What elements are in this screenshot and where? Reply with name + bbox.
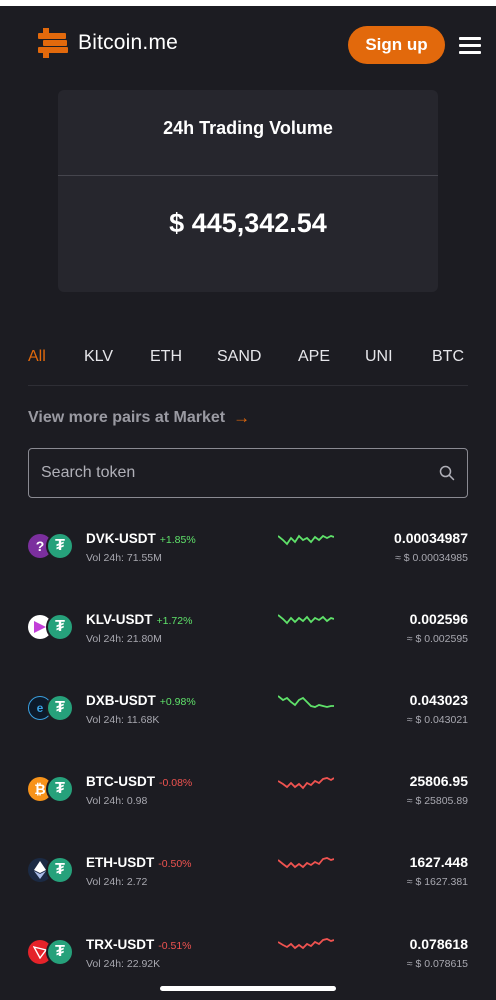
pair-change: -0.08% [159,777,193,789]
pair-row-dxb[interactable]: e ₮ DXB-USDT +0.98% Vol 24h: 11.68K 0.043… [28,690,468,740]
volume-divider [58,175,438,176]
search-icon[interactable] [439,465,455,481]
bitcoin-me-logo-icon [38,28,68,58]
pair-row-eth[interactable]: ₮ ETH-USDT -0.50% Vol 24h: 2.72 1627.448 … [28,852,468,902]
pair-name: BTC-USDT -0.08% [86,774,193,789]
sparkline-chart [278,938,334,950]
pair-volume: Vol 24h: 0.98 [86,795,148,807]
sparkline-chart [278,534,334,546]
dvk-coin-icon: ? ₮ [28,532,76,562]
pair-price: 0.043023 [409,692,468,708]
pair-price: 25806.95 [409,773,468,789]
sparkline-chart [278,857,334,869]
pair-usd-price: ≈ $ 25805.89 [406,795,468,807]
pair-row-trx[interactable]: ₮ TRX-USDT -0.51% Vol 24h: 22.92K 0.07861… [28,934,468,984]
eth-coin-icon: ₮ [28,856,76,886]
pair-price: 0.078618 [409,936,468,952]
pair-volume: Vol 24h: 2.72 [86,876,148,888]
pair-volume: Vol 24h: 71.55M [86,552,162,564]
tether-icon: ₮ [46,694,74,722]
header: Bitcoin.me Sign up [0,22,496,68]
trx-coin-icon: ₮ [28,938,76,968]
search-input[interactable] [29,449,429,497]
pair-usd-price: ≈ $ 0.002595 [406,633,468,645]
home-indicator[interactable] [160,986,336,991]
dxb-coin-icon: e ₮ [28,694,76,724]
pair-price: 0.00034987 [394,530,468,546]
pair-change: -0.51% [158,940,192,952]
pair-name: DVK-USDT +1.85% [86,531,196,546]
btc-coin-icon: ₿ ₮ [28,775,76,805]
hamburger-menu-icon[interactable] [459,37,481,54]
pair-change: -0.50% [158,858,192,870]
market-tabs: All KLV ETH SAND APE UNI BTC [28,348,468,386]
view-more-label: View more pairs at Market [28,409,226,426]
arrow-right-icon: → [233,408,251,427]
pair-name: KLV-USDT +1.72% [86,612,193,627]
sparkline-chart [278,614,334,625]
pair-usd-price: ≈ $ 0.00034985 [395,552,468,564]
tether-icon: ₮ [46,532,74,560]
pair-name: ETH-USDT -0.50% [86,855,192,870]
tether-icon: ₮ [46,775,74,803]
pair-usd-price: ≈ $ 1627.381 [406,876,468,888]
tab-eth[interactable]: ETH [150,348,182,366]
pair-name: TRX-USDT -0.51% [86,937,192,952]
pair-change: +1.72% [156,615,193,627]
pair-price: 0.002596 [409,611,468,627]
pair-change: +1.85% [159,534,196,546]
sparkline-chart [278,695,334,708]
pair-change: +0.98% [159,696,196,708]
tab-uni[interactable]: UNI [365,348,393,366]
tab-ape[interactable]: APE [298,348,330,366]
pair-row-klv[interactable]: ₮ KLV-USDT +1.72% Vol 24h: 21.80M 0.00259… [28,609,468,659]
volume-title: 24h Trading Volume [163,118,333,138]
search-box [28,448,468,498]
logo-text: Bitcoin.me [78,31,179,54]
status-strip [0,0,496,6]
tether-icon: ₮ [46,856,74,884]
pair-usd-price: ≈ $ 0.078615 [406,958,468,970]
tether-icon: ₮ [46,613,74,641]
tether-icon: ₮ [46,938,74,966]
pair-usd-price: ≈ $ 0.043021 [406,714,468,726]
view-more-link[interactable]: View more pairs at Market → [28,408,250,428]
trading-volume-card: 24h Trading Volume $ 445,342.54 [58,90,438,292]
pair-price: 1627.448 [409,854,468,870]
sign-up-button[interactable]: Sign up [348,26,445,64]
tab-klv[interactable]: KLV [84,348,113,366]
pair-row-dvk[interactable]: ? ₮ DVK-USDT +1.85% Vol 24h: 71.55M 0.000… [28,528,468,578]
tab-btc[interactable]: BTC [432,348,464,366]
pair-volume: Vol 24h: 21.80M [86,633,162,645]
logo[interactable]: Bitcoin.me [38,28,178,58]
volume-value: $ 445,342.54 [169,208,327,238]
klv-coin-icon: ₮ [28,613,76,643]
pair-name: DXB-USDT +0.98% [86,693,196,708]
pair-volume: Vol 24h: 22.92K [86,958,161,970]
pair-row-btc[interactable]: ₿ ₮ BTC-USDT -0.08% Vol 24h: 0.98 25806.9… [28,771,468,821]
tab-sand[interactable]: SAND [217,348,261,366]
pair-volume: Vol 24h: 11.68K [86,714,160,726]
tab-all[interactable]: All [28,348,46,366]
sparkline-chart [278,777,334,790]
